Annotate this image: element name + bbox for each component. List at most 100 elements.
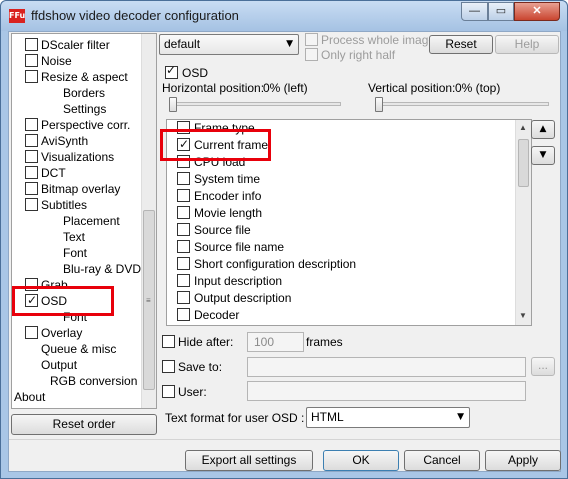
tree-item[interactable]: Font (63, 245, 87, 261)
save-to-checkbox[interactable] (162, 360, 175, 373)
tree-item-checkbox[interactable] (25, 166, 38, 179)
title-bar[interactable]: FFu ffdshow video decoder configuration … (1, 1, 567, 31)
osd-list-scrollbar[interactable]: ▲ ▼ (515, 120, 531, 325)
scroll-down-arrow-icon[interactable]: ▼ (519, 311, 527, 320)
osd-list-item[interactable]: Output description (177, 290, 291, 307)
user-osd-checkbox[interactable] (162, 385, 175, 398)
osd-item-checkbox[interactable] (177, 257, 190, 270)
tree-item-checkbox[interactable] (25, 198, 38, 211)
tree-item[interactable]: DScaler filter (25, 37, 110, 53)
help-button[interactable]: Help (495, 35, 559, 54)
vertical-position-slider[interactable] (375, 97, 383, 112)
tree-item[interactable]: AviSynth (25, 133, 88, 149)
osd-list-item[interactable]: Source file (177, 222, 251, 239)
user-osd-input[interactable] (247, 381, 526, 401)
horizontal-position-slider[interactable] (169, 97, 177, 112)
move-up-button[interactable]: ▲ (531, 120, 555, 139)
osd-list-item[interactable]: System time (177, 171, 260, 188)
tree-item[interactable]: About (14, 389, 45, 405)
tree-item-label: Visualizations (41, 150, 115, 164)
hide-after-checkbox[interactable] (162, 335, 175, 348)
tree-item-checkbox[interactable] (25, 326, 38, 339)
osd-item-checkbox[interactable] (177, 172, 190, 185)
tree-item[interactable]: Visualizations (25, 149, 114, 165)
osd-item-checkbox[interactable] (177, 291, 190, 304)
osd-list-item[interactable]: Input description (177, 273, 282, 290)
osd-tree-highlight (12, 286, 114, 316)
osd-item-checkbox[interactable] (177, 189, 190, 202)
maximize-button[interactable]: ▭ (488, 2, 514, 21)
tree-item-label: Placement (63, 214, 120, 228)
tree-item-checkbox[interactable] (25, 134, 38, 147)
tree-item[interactable]: RGB conversion (50, 373, 137, 389)
browse-button[interactable]: ... (531, 357, 555, 376)
export-all-settings-button[interactable]: Export all settings (185, 450, 313, 471)
checkmark-icon (165, 63, 178, 79)
chevron-down-icon: ▼ (286, 39, 293, 49)
tree-item[interactable]: DCT (25, 165, 66, 181)
text-format-dropdown[interactable]: HTML ▼ (306, 407, 470, 428)
osd-item-label: Short configuration description (194, 257, 357, 271)
process-whole-image-checkbox[interactable] (305, 33, 318, 46)
window-title: ffdshow video decoder configuration (31, 8, 239, 23)
tree-item[interactable]: Output (41, 357, 77, 373)
tree-item[interactable]: Bitmap overlay (25, 181, 120, 197)
reset-button[interactable]: Reset (429, 35, 493, 54)
tree-item-label: DScaler filter (41, 38, 110, 52)
footer-divider (9, 439, 560, 440)
current-frame-highlight (160, 129, 271, 161)
tree-scrollbar[interactable]: ≡ (141, 34, 156, 408)
horizontal-position-value: 0% (left) (263, 81, 308, 95)
user-osd-label: User: (178, 385, 207, 399)
cancel-button[interactable]: Cancel (404, 450, 480, 471)
move-down-icon: ▼ (539, 150, 547, 160)
tree-item-checkbox[interactable] (25, 38, 38, 51)
osd-item-checkbox[interactable] (177, 206, 190, 219)
tree-item-checkbox[interactable] (25, 118, 38, 131)
osd-item-label: Source file name (194, 240, 285, 254)
osd-list-item[interactable]: Short configuration description (177, 256, 356, 273)
osd-list-item[interactable]: Encoder info (177, 188, 261, 205)
save-to-input[interactable] (247, 357, 526, 377)
osd-enable-checkbox[interactable] (165, 63, 178, 79)
tree-item-checkbox[interactable] (25, 150, 38, 163)
tree-item[interactable]: Overlay (25, 325, 82, 341)
tree-item[interactable]: Blu-ray & DVD (63, 261, 141, 277)
ok-button[interactable]: OK (323, 450, 399, 471)
tree-item-checkbox[interactable] (25, 182, 38, 195)
osd-item-checkbox[interactable] (177, 308, 190, 321)
hide-after-input[interactable]: 100 (247, 332, 304, 352)
osd-item-label: System time (194, 172, 261, 186)
tree-item-checkbox[interactable] (25, 54, 38, 67)
tree-item[interactable]: Queue & misc (41, 341, 116, 357)
reset-order-button[interactable]: Reset order (11, 414, 157, 435)
only-right-half-checkbox[interactable] (305, 48, 318, 61)
osd-list-scrollbar-thumb[interactable] (518, 139, 529, 187)
apply-button[interactable]: Apply (485, 450, 561, 471)
osd-list-item[interactable]: Movie length (177, 205, 262, 222)
osd-item-checkbox[interactable] (177, 274, 190, 287)
tree-item[interactable]: Borders (63, 85, 105, 101)
filter-tree[interactable]: About RGB conversion Output Queue & misc Ove… (11, 33, 157, 409)
tree-item[interactable]: Noise (25, 53, 72, 69)
osd-item-checkbox[interactable] (177, 223, 190, 236)
tree-item[interactable]: Resize & aspect (25, 69, 128, 85)
move-down-button[interactable]: ▼ (531, 146, 555, 165)
tree-item[interactable]: Text (63, 229, 85, 245)
scroll-up-arrow-icon[interactable]: ▲ (519, 123, 527, 132)
osd-list-item[interactable]: Source file name (177, 239, 284, 256)
tree-item[interactable]: Placement (63, 213, 120, 229)
tree-item[interactable]: Subtitles (25, 197, 87, 213)
tree-item-checkbox[interactable] (25, 70, 38, 83)
osd-list-item[interactable]: Decoder (177, 307, 239, 324)
tree-item[interactable]: Settings (63, 101, 106, 117)
tree-item[interactable]: Perspective corr. (25, 117, 130, 133)
tree-item-label: Resize & aspect (41, 70, 128, 84)
preset-dropdown[interactable]: default ▼ (159, 34, 299, 55)
tree-scrollbar-thumb[interactable]: ≡ (143, 210, 155, 390)
tree-item-label: Perspective corr. (41, 118, 131, 132)
tree-item-label: Settings (63, 102, 107, 116)
minimize-button[interactable]: — (461, 2, 488, 21)
close-button[interactable]: ✕ (514, 2, 560, 21)
osd-item-checkbox[interactable] (177, 240, 190, 253)
